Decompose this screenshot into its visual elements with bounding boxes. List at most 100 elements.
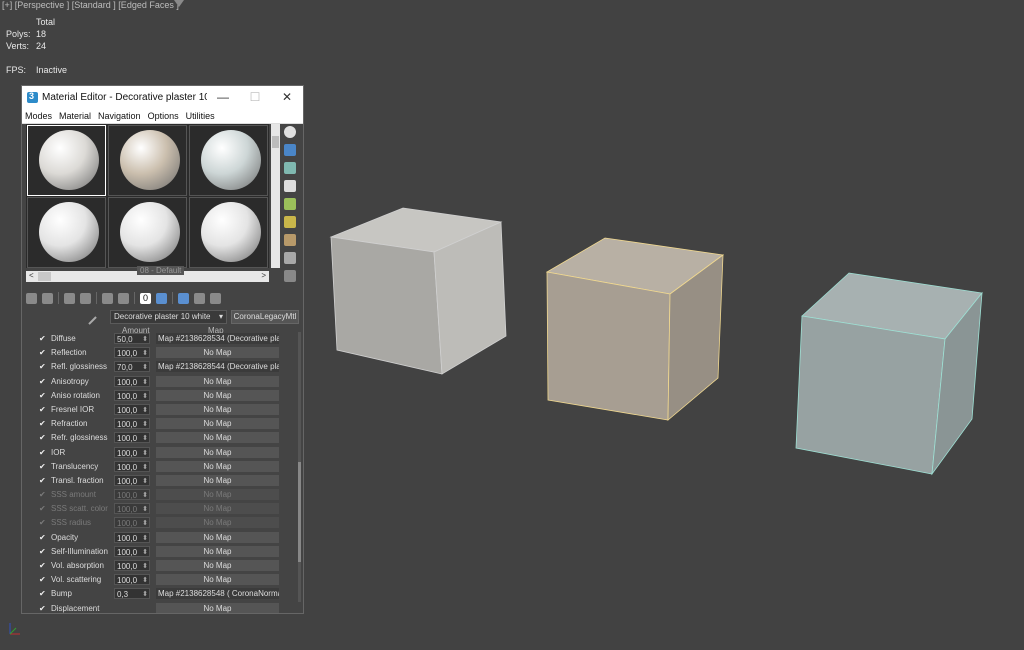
param-amount-spinner[interactable]: 100,0 [114, 432, 150, 444]
show-shaded-material-icon[interactable] [156, 292, 167, 304]
reset-map-icon[interactable] [80, 292, 91, 304]
param-map-button[interactable]: No Map [156, 375, 279, 387]
go-to-parent-icon[interactable] [194, 292, 205, 304]
param-enable-checkbox[interactable]: ✔ [39, 448, 47, 457]
param-amount-spinner[interactable]: 100,0 [114, 418, 150, 430]
param-map-button[interactable]: No Map [156, 403, 279, 415]
param-map-button[interactable]: No Map [156, 347, 279, 359]
put-to-scene-icon[interactable] [42, 292, 53, 304]
menu-modes[interactable]: Modes [25, 111, 52, 121]
param-map-button[interactable]: No Map [156, 503, 279, 515]
sample-type-icon[interactable] [284, 126, 296, 138]
sample-uv-tiling-icon[interactable] [284, 180, 296, 192]
menu-options[interactable]: Options [148, 111, 179, 121]
param-map-button[interactable]: Map #2138628548 ( CoronaNormal [156, 588, 279, 600]
param-amount-spinner[interactable]: 100,0 [114, 474, 150, 487]
get-material-icon[interactable] [26, 292, 37, 304]
param-enable-checkbox[interactable]: ✔ [39, 420, 47, 428]
param-enable-checkbox[interactable]: ✔ [39, 363, 47, 371]
param-amount-spinner[interactable]: 100,0 [114, 517, 150, 529]
param-amount-spinner[interactable]: 0,3 [114, 588, 150, 600]
param-enable-checkbox[interactable]: ✔ [39, 505, 47, 513]
go-forward-sibling-icon[interactable] [210, 292, 221, 304]
video-color-check-icon[interactable] [284, 198, 296, 210]
param-enable-checkbox[interactable]: ✔ [39, 576, 47, 584]
params-scrollbar[interactable] [298, 332, 301, 602]
param-map-button[interactable]: No Map [156, 446, 279, 458]
param-amount-spinner[interactable]: 100,0 [114, 389, 150, 402]
param-amount-spinner[interactable]: 50,0 [114, 333, 150, 345]
param-enable-checkbox[interactable]: ✔ [39, 604, 47, 613]
eyedropper-icon[interactable] [81, 309, 97, 325]
make-preview-icon[interactable] [284, 216, 296, 228]
param-amount-spinner[interactable]: 100,0 [114, 560, 150, 572]
title-bar[interactable]: Material Editor - Decorative plaster 10.… [22, 86, 303, 108]
param-map-button[interactable]: No Map [156, 432, 279, 444]
param-map-button[interactable]: No Map [156, 602, 279, 613]
param-map-button[interactable]: Map #2138628534 (Decorative plast [156, 333, 279, 344]
param-amount-spinner[interactable]: 70,0 [114, 361, 150, 373]
param-amount-spinner[interactable]: 100,0 [114, 489, 150, 501]
minimize-button[interactable]: — [207, 90, 239, 104]
param-map-button[interactable]: No Map [156, 389, 279, 401]
param-enable-checkbox[interactable]: ✔ [39, 519, 47, 527]
param-amount-spinner[interactable]: 100,0 [114, 446, 150, 459]
param-enable-checkbox[interactable]: ✔ [39, 533, 47, 542]
show-end-result-icon[interactable] [178, 292, 189, 304]
put-to-library-icon[interactable] [118, 292, 129, 304]
cube-teal[interactable] [795, 272, 983, 476]
select-by-material-icon[interactable] [284, 252, 296, 264]
param-enable-checkbox[interactable]: ✔ [39, 590, 47, 598]
param-amount-spinner[interactable]: 100,0 [114, 347, 150, 359]
param-enable-checkbox[interactable]: ✔ [39, 349, 47, 357]
param-enable-checkbox[interactable]: ✔ [39, 562, 47, 570]
material-type-button[interactable]: CoronaLegacyMtl [231, 310, 299, 324]
assign-to-selection-icon[interactable] [64, 292, 75, 304]
material-name-field[interactable]: Decorative plaster 10 white [110, 310, 227, 324]
cube-beige[interactable] [545, 237, 725, 421]
param-enable-checkbox[interactable]: ✔ [39, 462, 47, 471]
scroll-right-icon[interactable]: > [261, 271, 266, 280]
param-enable-checkbox[interactable]: ✔ [39, 491, 47, 499]
maximize-button[interactable]: ☐ [239, 90, 271, 104]
scroll-left-icon[interactable]: < [29, 271, 34, 280]
param-amount-spinner[interactable]: 100,0 [114, 460, 150, 473]
menu-navigation[interactable]: Navigation [98, 111, 141, 121]
param-amount-spinner[interactable]: 100,0 [114, 403, 150, 416]
param-enable-checkbox[interactable]: ✔ [39, 405, 47, 414]
param-map-button[interactable]: No Map [156, 545, 279, 557]
menu-material[interactable]: Material [59, 111, 91, 121]
param-map-button[interactable]: No Map [156, 418, 279, 430]
param-enable-checkbox[interactable]: ✔ [39, 547, 47, 556]
cube-white[interactable] [329, 207, 507, 375]
param-map-button[interactable]: No Map [156, 517, 279, 529]
close-button[interactable]: ✕ [271, 90, 303, 104]
param-amount-spinner[interactable]: 100,0 [114, 375, 150, 388]
material-editor-window[interactable]: Material Editor - Decorative plaster 10.… [21, 85, 304, 614]
material-slot[interactable] [108, 197, 187, 268]
param-enable-checkbox[interactable]: ✔ [39, 335, 47, 343]
material-slot[interactable] [189, 197, 268, 268]
material-slot[interactable] [189, 125, 268, 196]
param-map-button[interactable]: No Map [156, 574, 279, 586]
material-navigator-icon[interactable] [284, 270, 296, 282]
material-id-icon[interactable]: 0 [140, 292, 151, 304]
param-amount-spinner[interactable]: 100,0 [114, 574, 150, 586]
param-map-button[interactable]: Map #2138628544 (Decorative plast [156, 361, 279, 373]
material-slot[interactable] [27, 125, 106, 196]
material-slot[interactable] [108, 125, 187, 196]
param-enable-checkbox[interactable]: ✔ [39, 391, 47, 400]
param-amount-spinner[interactable]: 100,0 [114, 503, 150, 515]
backlight-icon[interactable] [284, 144, 296, 156]
param-map-button[interactable]: No Map [156, 474, 279, 486]
param-enable-checkbox[interactable]: ✔ [39, 377, 47, 386]
param-amount-spinner[interactable]: 100,0 [114, 531, 150, 544]
slots-vertical-scrollbar[interactable] [271, 124, 280, 268]
param-enable-checkbox[interactable]: ✔ [39, 434, 47, 442]
param-map-button[interactable]: No Map [156, 460, 279, 472]
background-icon[interactable] [284, 162, 296, 174]
make-unique-icon[interactable] [102, 292, 113, 304]
material-slot[interactable] [27, 197, 106, 268]
param-amount-spinner[interactable]: 100,0 [114, 545, 150, 558]
param-map-button[interactable]: No Map [156, 531, 279, 543]
